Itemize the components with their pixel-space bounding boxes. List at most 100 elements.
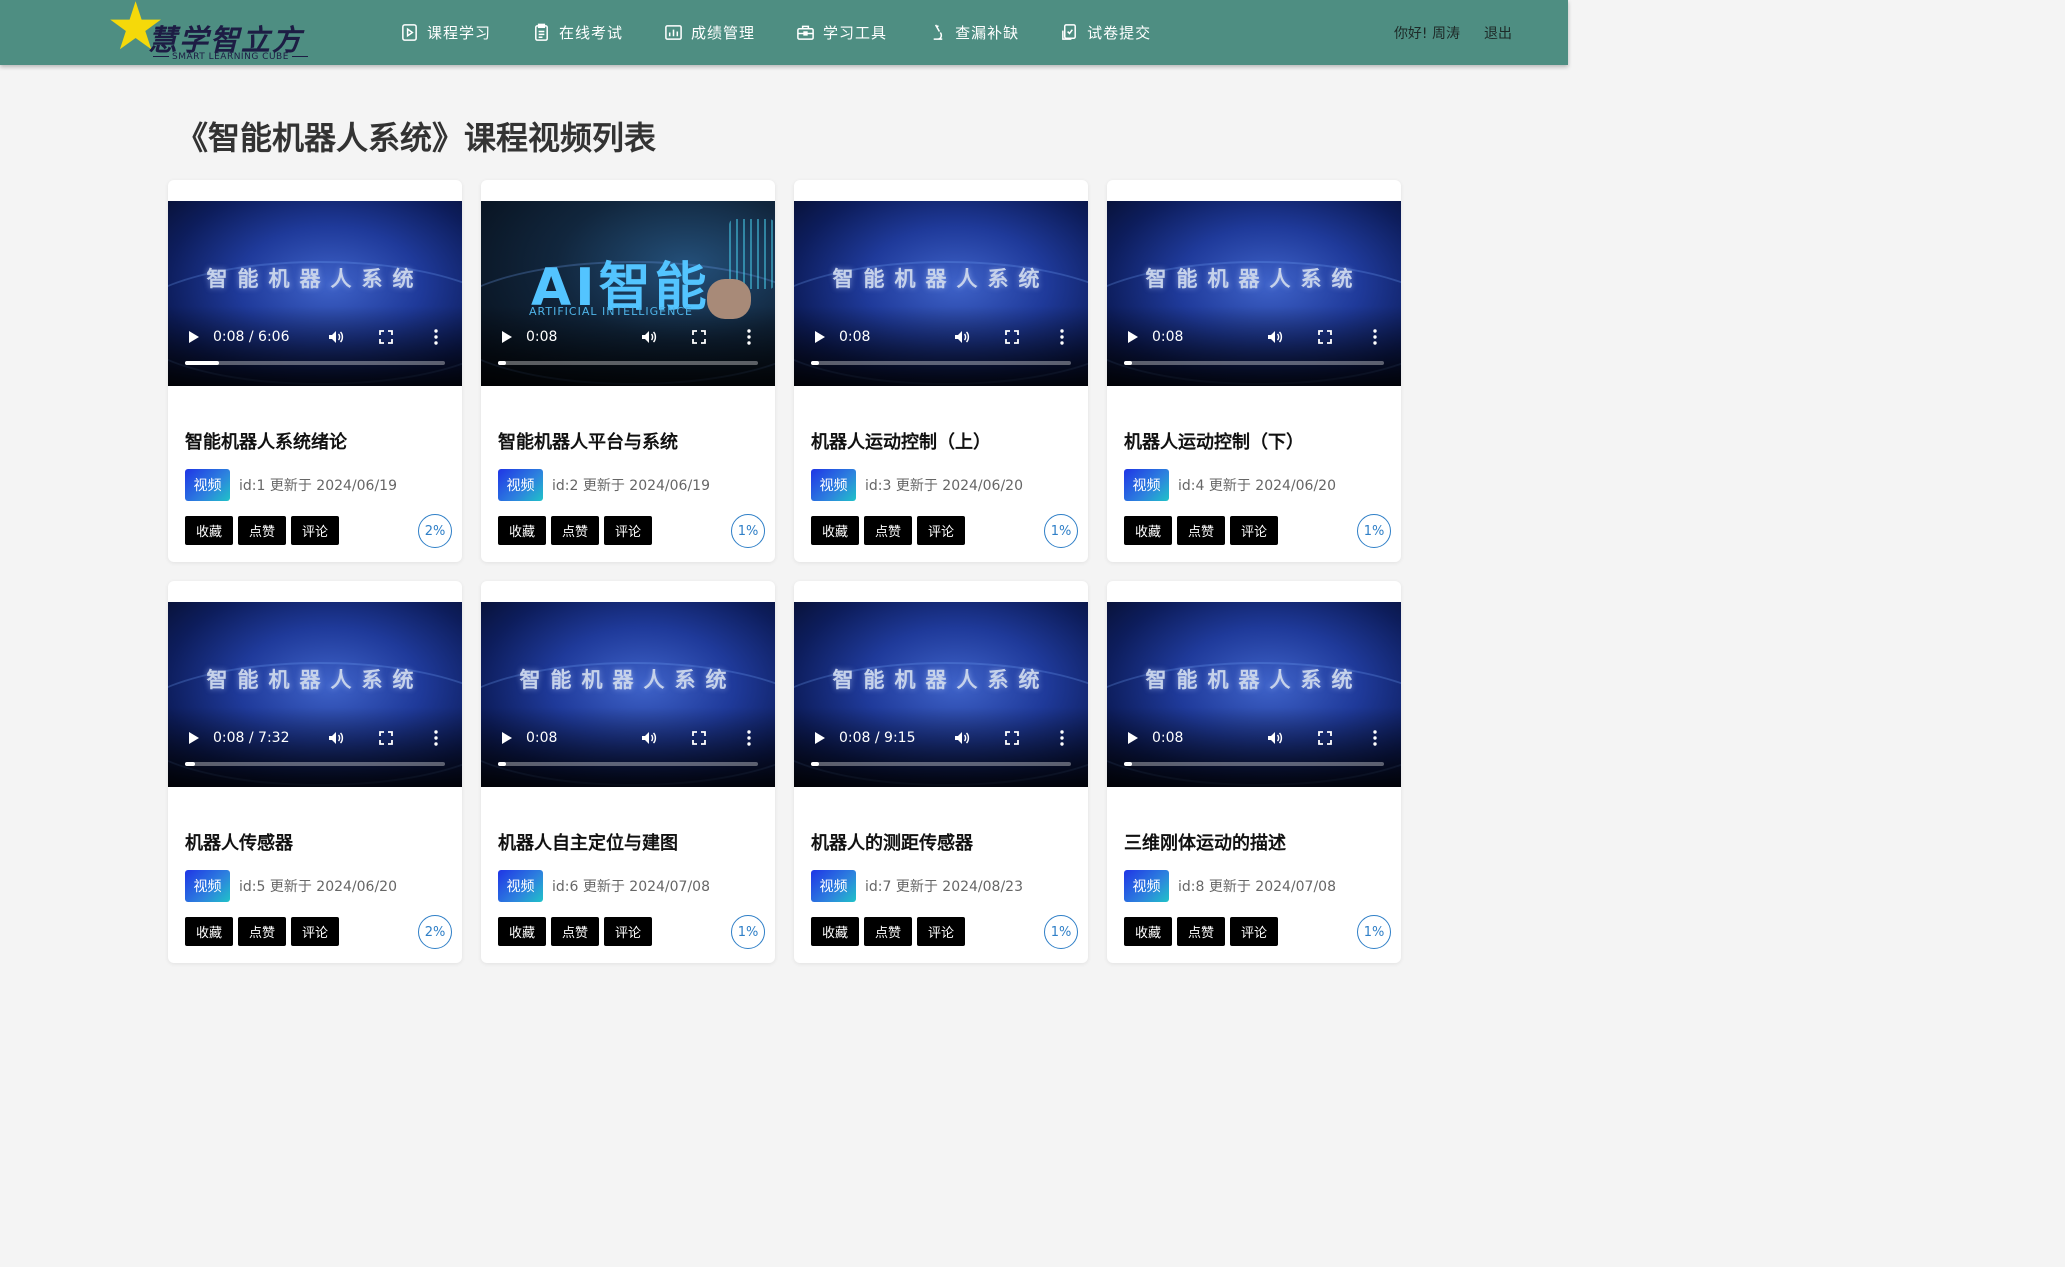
comment-button[interactable]: 评论 <box>604 917 652 946</box>
card-actions: 收藏 点赞 评论 <box>185 917 344 946</box>
favorite-button[interactable]: 收藏 <box>185 917 233 946</box>
video-progress-bar[interactable] <box>185 762 445 766</box>
video-progress-bar[interactable] <box>498 361 758 365</box>
favorite-button[interactable]: 收藏 <box>498 516 546 545</box>
fullscreen-icon[interactable] <box>376 728 396 748</box>
video-progress-bar[interactable] <box>185 361 445 365</box>
video-player[interactable]: AI智能 ARTIFICIAL INTELLIGENCE 0:08 <box>481 201 775 386</box>
comment-button[interactable]: 评论 <box>604 516 652 545</box>
video-tag: 视频 <box>811 870 856 902</box>
more-options-icon[interactable] <box>1052 728 1072 748</box>
card-title[interactable]: 机器人运动控制（下） <box>1124 428 1304 454</box>
like-button[interactable]: 点赞 <box>238 917 286 946</box>
video-progress-fill <box>1124 361 1132 365</box>
favorite-button[interactable]: 收藏 <box>811 917 859 946</box>
volume-icon[interactable] <box>326 728 346 748</box>
play-icon[interactable] <box>502 732 512 744</box>
video-progress-bar[interactable] <box>498 762 758 766</box>
card-title[interactable]: 三维刚体运动的描述 <box>1124 829 1286 855</box>
video-progress-bar[interactable] <box>1124 361 1384 365</box>
card-meta-text: id:7 更新于 2024/08/23 <box>865 879 1023 895</box>
card-title[interactable]: 智能机器人系统绪论 <box>185 428 347 454</box>
volume-icon[interactable] <box>952 728 972 748</box>
nav-grade-management[interactable]: 成绩管理 <box>664 22 755 43</box>
nav-fill-gaps[interactable]: 查漏补缺 <box>928 22 1019 43</box>
play-icon[interactable] <box>189 331 199 343</box>
fullscreen-icon[interactable] <box>1315 728 1335 748</box>
main-nav: 课程学习 在线考试 成绩管理 学习工具 查漏补缺 试卷提交 <box>400 0 1192 65</box>
favorite-button[interactable]: 收藏 <box>811 516 859 545</box>
video-player[interactable]: 智能机器人系统 0:08 <box>1107 602 1401 787</box>
logout-link[interactable]: 退出 <box>1484 23 1512 43</box>
play-icon[interactable] <box>502 331 512 343</box>
volume-icon[interactable] <box>952 327 972 347</box>
fullscreen-icon[interactable] <box>1002 327 1022 347</box>
play-icon[interactable] <box>815 331 825 343</box>
more-options-icon[interactable] <box>739 728 759 748</box>
volume-icon[interactable] <box>1265 327 1285 347</box>
card-title[interactable]: 机器人的测距传感器 <box>811 829 973 855</box>
card-meta: 视频 id:6 更新于 2024/07/08 <box>498 870 710 902</box>
comment-button[interactable]: 评论 <box>291 516 339 545</box>
play-icon[interactable] <box>189 732 199 744</box>
nav-study-tools[interactable]: 学习工具 <box>796 22 887 43</box>
play-icon[interactable] <box>815 732 825 744</box>
more-options-icon[interactable] <box>1365 728 1385 748</box>
favorite-button[interactable]: 收藏 <box>1124 516 1172 545</box>
like-button[interactable]: 点赞 <box>551 917 599 946</box>
play-icon[interactable] <box>1128 331 1138 343</box>
favorite-button[interactable]: 收藏 <box>185 516 233 545</box>
like-button[interactable]: 点赞 <box>864 516 912 545</box>
more-options-icon[interactable] <box>426 728 446 748</box>
progress-percent-badge: 1% <box>1044 915 1078 949</box>
nav-course-study[interactable]: 课程学习 <box>400 22 491 43</box>
video-player[interactable]: 智能机器人系统 0:08 <box>794 201 1088 386</box>
video-controls: 0:08 / 7:32 <box>184 728 446 748</box>
fullscreen-icon[interactable] <box>689 728 709 748</box>
volume-icon[interactable] <box>639 728 659 748</box>
fullscreen-icon[interactable] <box>1002 728 1022 748</box>
play-icon[interactable] <box>1128 732 1138 744</box>
fullscreen-icon[interactable] <box>376 327 396 347</box>
video-progress-bar[interactable] <box>811 361 1071 365</box>
comment-button[interactable]: 评论 <box>917 516 965 545</box>
comment-button[interactable]: 评论 <box>917 917 965 946</box>
volume-icon[interactable] <box>326 327 346 347</box>
comment-button[interactable]: 评论 <box>1230 516 1278 545</box>
favorite-button[interactable]: 收藏 <box>498 917 546 946</box>
nav-submit-paper[interactable]: 试卷提交 <box>1060 22 1151 43</box>
video-player[interactable]: 智能机器人系统 0:08 / 6:06 <box>168 201 462 386</box>
volume-icon[interactable] <box>639 327 659 347</box>
video-player[interactable]: 智能机器人系统 0:08 <box>481 602 775 787</box>
more-options-icon[interactable] <box>426 327 446 347</box>
comment-button[interactable]: 评论 <box>291 917 339 946</box>
more-options-icon[interactable] <box>739 327 759 347</box>
more-options-icon[interactable] <box>1052 327 1072 347</box>
video-progress-bar[interactable] <box>811 762 1071 766</box>
nav-online-exam[interactable]: 在线考试 <box>532 22 623 43</box>
card-title[interactable]: 机器人运动控制（上） <box>811 428 991 454</box>
card-title[interactable]: 智能机器人平台与系统 <box>498 428 678 454</box>
site-logo[interactable]: ★ 慧学智立方 SMART LEARNING CUBE <box>104 0 324 65</box>
like-button[interactable]: 点赞 <box>1177 917 1225 946</box>
video-card: 智能机器人系统 0:08 机 <box>794 180 1088 562</box>
chart-icon <box>665 25 682 40</box>
like-button[interactable]: 点赞 <box>551 516 599 545</box>
video-progress-bar[interactable] <box>1124 762 1384 766</box>
like-button[interactable]: 点赞 <box>238 516 286 545</box>
like-button[interactable]: 点赞 <box>1177 516 1225 545</box>
volume-icon[interactable] <box>1265 728 1285 748</box>
more-options-icon[interactable] <box>1365 327 1385 347</box>
like-button[interactable]: 点赞 <box>864 917 912 946</box>
favorite-button[interactable]: 收藏 <box>1124 917 1172 946</box>
fullscreen-icon[interactable] <box>689 327 709 347</box>
video-player[interactable]: 智能机器人系统 0:08 <box>1107 201 1401 386</box>
card-title[interactable]: 机器人传感器 <box>185 829 293 855</box>
comment-button[interactable]: 评论 <box>1230 917 1278 946</box>
fullscreen-icon[interactable] <box>1315 327 1335 347</box>
top-navigation-bar: ★ 慧学智立方 SMART LEARNING CUBE 课程学习 在线考试 成绩… <box>0 0 1568 65</box>
user-greeting: 你好! 周涛 <box>1393 25 1460 42</box>
video-player[interactable]: 智能机器人系统 0:08 / 9:15 <box>794 602 1088 787</box>
video-player[interactable]: 智能机器人系统 0:08 / 7:32 <box>168 602 462 787</box>
card-title[interactable]: 机器人自主定位与建图 <box>498 829 678 855</box>
